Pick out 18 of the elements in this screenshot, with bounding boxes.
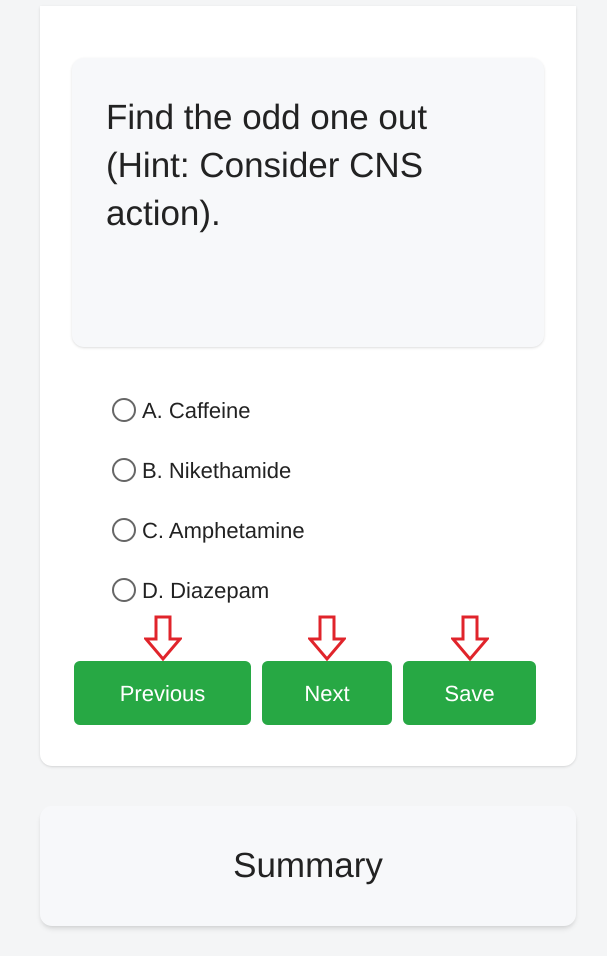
radio-button[interactable] [112, 518, 136, 542]
radio-button[interactable] [112, 458, 136, 482]
answer-option[interactable]: A. Caffeine [112, 397, 250, 423]
summary-card[interactable]: Summary [40, 806, 576, 926]
radio-button[interactable] [112, 578, 136, 602]
option-label: B. Nikethamide [142, 456, 292, 484]
option-label: C. Amphetamine [142, 516, 305, 545]
radio-button[interactable] [112, 398, 136, 422]
down-arrow-icon [308, 615, 346, 661]
answer-option[interactable]: D. Diazepam [112, 577, 270, 603]
answer-option[interactable]: C. Amphetamine [112, 517, 305, 543]
question-text: Find the odd one out (Hint: Consider CNS action). [106, 97, 428, 235]
summary-title: Summary [233, 844, 383, 887]
option-label: D. Diazepam [142, 576, 270, 605]
option-label: A. Caffeine [142, 396, 250, 424]
down-arrow-icon [450, 615, 488, 661]
down-arrow-icon [144, 615, 182, 661]
answer-option[interactable]: B. Nikethamide [112, 457, 292, 483]
